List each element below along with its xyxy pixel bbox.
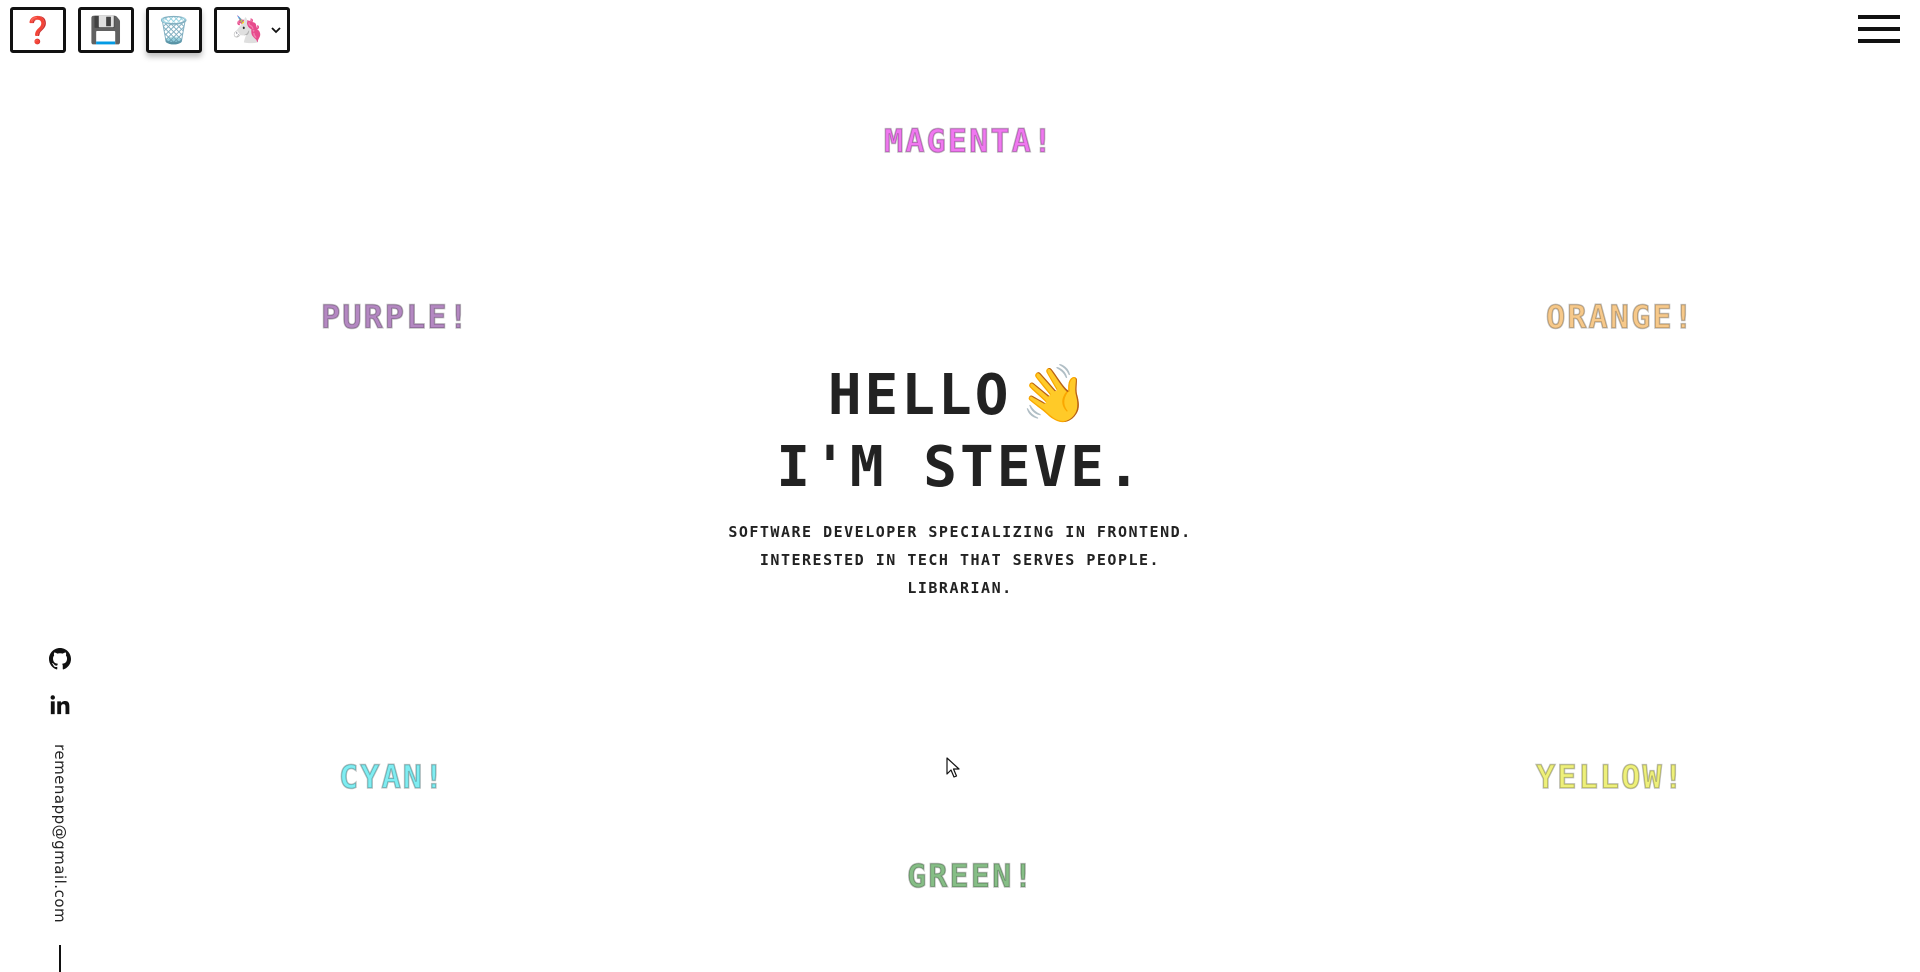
question-mark-icon: ❓ <box>21 15 55 45</box>
hero: Hello👋 I'm Steve. Software developer spe… <box>0 357 1920 602</box>
page: ❓ 💾 🗑️ 🦄 Magenta! Purple! Orange! Cyan! … <box>0 0 1920 972</box>
toolbar: ❓ 💾 🗑️ 🦄 <box>10 7 290 53</box>
color-word-magenta[interactable]: Magenta! <box>883 121 1054 161</box>
clear-button[interactable]: 🗑️ <box>146 7 202 53</box>
social-sidebar: remenapp@gmail.com <box>48 648 72 972</box>
tagline: Software developer specializing in front… <box>0 518 1920 602</box>
tagline-line: Software developer specializing in front… <box>728 523 1192 541</box>
color-word-yellow[interactable]: Yellow! <box>1535 757 1685 797</box>
color-word-orange[interactable]: Orange! <box>1545 297 1695 337</box>
hero-heading-line-1: Hello👋 <box>0 357 1920 434</box>
vertical-divider <box>59 945 61 972</box>
hamburger-bar <box>1858 27 1900 31</box>
hamburger-bar <box>1858 15 1900 19</box>
mouse-cursor-icon <box>946 757 960 778</box>
hamburger-bar <box>1858 39 1900 43</box>
floppy-disk-icon: 💾 <box>89 15 123 45</box>
theme-select[interactable]: 🦄 <box>214 7 290 53</box>
tagline-line: Librarian. <box>907 579 1013 597</box>
linkedin-icon[interactable] <box>49 694 71 716</box>
color-word-green[interactable]: Green! <box>906 856 1035 896</box>
color-word-purple[interactable]: Purple! <box>320 297 470 337</box>
github-icon[interactable] <box>49 648 71 670</box>
tagline-line: Interested in tech that serves people. <box>759 551 1161 569</box>
color-word-cyan[interactable]: Cyan! <box>338 757 445 797</box>
save-button[interactable]: 💾 <box>78 7 134 53</box>
wastebasket-icon: 🗑️ <box>157 15 191 45</box>
waving-hand-icon: 👋 <box>1014 357 1098 434</box>
chevron-down-icon <box>271 27 281 34</box>
unicorn-icon: 🦄 <box>231 15 264 45</box>
hero-greeting: Hello <box>827 363 1012 428</box>
help-button[interactable]: ❓ <box>10 7 66 53</box>
email-link[interactable]: remenapp@gmail.com <box>51 744 69 923</box>
hamburger-menu-icon[interactable] <box>1858 15 1900 43</box>
hero-heading-line-2: I'm Steve. <box>776 435 1144 500</box>
